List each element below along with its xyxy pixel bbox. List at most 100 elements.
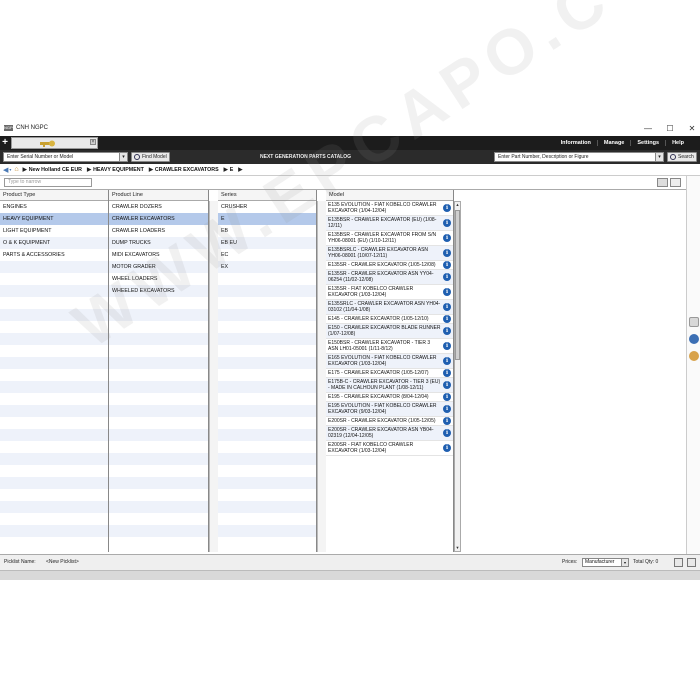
- maximize-panel-icon[interactable]: [687, 558, 696, 567]
- info-icon[interactable]: i: [443, 204, 451, 212]
- info-icon[interactable]: i: [443, 219, 451, 227]
- model-item[interactable]: E175 - CRAWLER EXCAVATOR (1/05-12/07) i: [326, 369, 453, 378]
- chevron-down-icon[interactable]: ▾: [621, 559, 628, 566]
- model-item[interactable]: E175B-C - CRAWLER EXCAVATOR - TIER 3 (EU…: [326, 378, 453, 393]
- model-item[interactable]: E135SR - FIAT KOBELCO CRAWLER EXCAVATOR …: [326, 285, 453, 300]
- info-icon[interactable]: i: [443, 444, 451, 452]
- serial-model-input[interactable]: Enter Serial Number or Model ▾: [3, 152, 128, 162]
- info-icon[interactable]: i: [443, 369, 451, 377]
- info-icon[interactable]: i: [443, 249, 451, 257]
- product-line-item[interactable]: CRAWLER EXCAVATORS: [109, 213, 208, 225]
- breadcrumb-item[interactable]: ▶ E: [224, 167, 234, 173]
- series-item[interactable]: CRUSHER: [218, 201, 316, 213]
- model-item[interactable]: E135 EVOLUTION - FIAT KOBELCO CRAWLER EX…: [326, 201, 453, 216]
- product-type-item[interactable]: LIGHT EQUIPMENT: [0, 225, 108, 237]
- model-item[interactable]: E165 EVOLUTION - FIAT KOBELCO CRAWLER EX…: [326, 354, 453, 369]
- info-icon[interactable]: i: [443, 405, 451, 413]
- info-icon[interactable]: i: [443, 357, 451, 365]
- model-item[interactable]: E135SR - CRAWLER EXCAVATOR (1/05-12/08) i: [326, 261, 453, 270]
- info-icon[interactable]: i: [443, 327, 451, 335]
- search-button[interactable]: Search: [667, 152, 697, 162]
- model-item[interactable]: E200SR - FIAT KOBELCO CRAWLER EXCAVATOR …: [326, 441, 453, 456]
- back-arrow-icon[interactable]: ◀: [3, 166, 8, 174]
- model-item[interactable]: E135SR - CRAWLER EXCAVATOR ASN YY04-0625…: [326, 270, 453, 285]
- breadcrumb-item[interactable]: ▶ HEAVY EQUIPMENT: [87, 167, 144, 173]
- picklist-name[interactable]: <New Picklist>: [46, 559, 79, 565]
- model-item[interactable]: E145 - CRAWLER EXCAVATOR (1/05-12/10) i: [326, 315, 453, 324]
- menu-information[interactable]: Information: [555, 140, 597, 146]
- info-icon[interactable]: i: [443, 273, 451, 281]
- scroll-down-icon[interactable]: ▼: [455, 545, 460, 551]
- product-line-item[interactable]: WHEELED EXCAVATORS: [109, 285, 208, 297]
- product-type-item[interactable]: HEAVY EQUIPMENT: [0, 213, 108, 225]
- model-item[interactable]: E135BSRLC - CRAWLER EXCAVATOR ASN YH06-0…: [326, 246, 453, 261]
- model-item[interactable]: E150BSR - CRAWLER EXCAVATOR - TIER 3 ASN…: [326, 339, 453, 354]
- product-line-item[interactable]: MIDI EXCAVATORS: [109, 249, 208, 261]
- model-item[interactable]: E150 - CRAWLER EXCAVATOR BLADE RUNNER (1…: [326, 324, 453, 339]
- info-icon[interactable]: i: [443, 234, 451, 242]
- product-line-item[interactable]: CRAWLER DOZERS: [109, 201, 208, 213]
- model-item[interactable]: E135BSR - CRAWLER EXCAVATOR (EU) (1/08-1…: [326, 216, 453, 231]
- user-icon[interactable]: [689, 351, 699, 361]
- catalog-tab[interactable]: ×: [11, 137, 98, 149]
- column-header[interactable]: Series: [218, 190, 316, 201]
- model-item[interactable]: E135SRLC - CRAWLER EXCAVATOR ASN YH04-03…: [326, 300, 453, 315]
- new-tab-button[interactable]: +: [0, 136, 10, 150]
- info-icon[interactable]: i: [443, 342, 451, 350]
- info-icon[interactable]: i: [443, 315, 451, 323]
- model-item[interactable]: E195 - CRAWLER EXCAVATOR (8/04-12/04) i: [326, 393, 453, 402]
- model-scrollbar[interactable]: ▲ ▼: [454, 201, 461, 552]
- breadcrumb-more-icon[interactable]: ▶: [238, 167, 244, 173]
- model-item[interactable]: E135BSR - CRAWLER EXCAVATOR FROM S/N YH0…: [326, 231, 453, 246]
- info-icon[interactable]: i: [443, 381, 451, 389]
- globe-icon[interactable]: [689, 334, 699, 344]
- grid-view-icon[interactable]: [657, 178, 668, 187]
- maximize-icon[interactable]: ☐: [666, 124, 674, 133]
- column-scrollbar[interactable]: [317, 201, 326, 552]
- product-type-item[interactable]: ENGINES: [0, 201, 108, 213]
- column-header[interactable]: Product Line: [109, 190, 208, 201]
- series-item[interactable]: EC: [218, 249, 316, 261]
- breadcrumb-item[interactable]: ▶ CRAWLER EXCAVATORS: [149, 167, 219, 173]
- product-line-item[interactable]: CRAWLER LOADERS: [109, 225, 208, 237]
- scrollbar-thumb[interactable]: [455, 210, 460, 360]
- scroll-up-icon[interactable]: ▲: [455, 202, 460, 208]
- find-model-button[interactable]: Find Model: [131, 152, 170, 162]
- document-icon[interactable]: [689, 317, 699, 327]
- product-line-item[interactable]: DUMP TRUCKS: [109, 237, 208, 249]
- home-icon[interactable]: ⌂: [14, 166, 18, 173]
- info-icon[interactable]: i: [443, 303, 451, 311]
- model-item[interactable]: E195 EVOLUTION - FIAT KOBELCO CRAWLER EX…: [326, 402, 453, 417]
- column-header[interactable]: Model: [326, 190, 453, 201]
- menu-manage[interactable]: Manage: [596, 140, 630, 146]
- list-view-icon[interactable]: [670, 178, 681, 187]
- info-icon[interactable]: i: [443, 393, 451, 401]
- part-search-input[interactable]: Enter Part Number, Description or Figure…: [494, 152, 664, 162]
- series-item[interactable]: EX: [218, 261, 316, 273]
- info-icon[interactable]: i: [443, 429, 451, 437]
- menu-settings[interactable]: Settings: [630, 140, 665, 146]
- chevron-down-icon[interactable]: ▾: [655, 153, 663, 161]
- series-item[interactable]: EB: [218, 225, 316, 237]
- info-icon[interactable]: i: [443, 417, 451, 425]
- menu-help[interactable]: Help: [665, 140, 690, 146]
- product-line-item[interactable]: MOTOR GRADER: [109, 261, 208, 273]
- info-icon[interactable]: i: [443, 261, 451, 269]
- series-item[interactable]: EB EU: [218, 237, 316, 249]
- restore-panel-icon[interactable]: [674, 558, 683, 567]
- close-icon[interactable]: ✕: [688, 124, 696, 133]
- column-header[interactable]: Product Type: [0, 190, 108, 201]
- minimize-icon[interactable]: —: [644, 124, 652, 133]
- breadcrumb-item[interactable]: ▶ New Holland CE EUR: [23, 167, 82, 173]
- product-line-item[interactable]: WHEEL LOADERS: [109, 273, 208, 285]
- product-type-item[interactable]: O & K EQUIPMENT: [0, 237, 108, 249]
- model-item[interactable]: E200SR - CRAWLER EXCAVATOR (1/05-12/05) i: [326, 417, 453, 426]
- column-scrollbar[interactable]: [209, 201, 218, 552]
- prices-select[interactable]: Manufacturer ▾: [582, 558, 629, 567]
- tab-close-icon[interactable]: ×: [90, 139, 96, 145]
- model-item[interactable]: E200SR - CRAWLER EXCAVATOR ASN YB04-0231…: [326, 426, 453, 441]
- narrow-filter-input[interactable]: Type to narrow: [4, 178, 92, 187]
- series-item[interactable]: E: [218, 213, 316, 225]
- chevron-down-icon[interactable]: ▾: [9, 167, 11, 172]
- chevron-down-icon[interactable]: ▾: [119, 153, 127, 161]
